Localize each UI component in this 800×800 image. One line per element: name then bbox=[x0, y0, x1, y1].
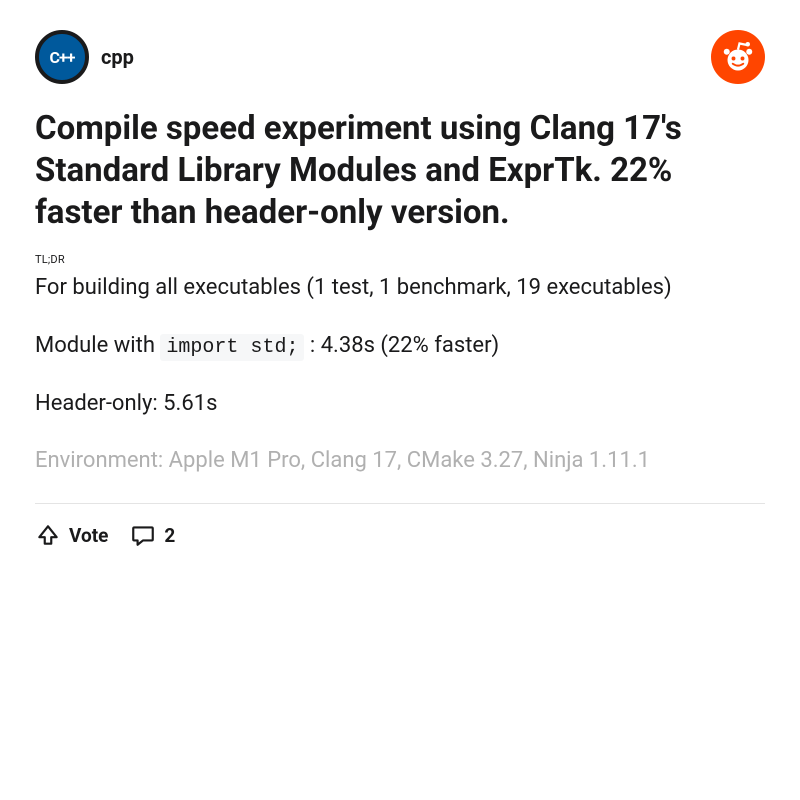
body-line-2: Module with import std; : 4.38s (22% fas… bbox=[35, 330, 765, 362]
comments-count: 2 bbox=[164, 524, 175, 547]
reddit-logo-icon[interactable] bbox=[711, 30, 765, 84]
subreddit-icon-text: C++ bbox=[50, 48, 75, 67]
post-actions: Vote 2 bbox=[35, 522, 765, 548]
subreddit-icon: C++ bbox=[35, 30, 89, 84]
post-title: Compile speed experiment using Clang 17'… bbox=[35, 108, 765, 235]
subreddit-name: cpp bbox=[101, 45, 134, 69]
body-line-3: Header-only: 5.61s bbox=[35, 388, 765, 420]
upvote-icon bbox=[35, 522, 61, 548]
body-line-4: Environment: Apple M1 Pro, Clang 17, CMa… bbox=[35, 445, 765, 477]
body-line-1: For building all executables (1 test, 1 … bbox=[35, 272, 765, 304]
divider bbox=[35, 503, 765, 504]
tldr-label: TL;DR bbox=[35, 253, 765, 266]
vote-label: Vote bbox=[69, 524, 108, 547]
body-line-2-suffix: : 4.38s (22% faster) bbox=[304, 333, 499, 358]
post-body: For building all executables (1 test, 1 … bbox=[35, 272, 765, 478]
inline-code: import std; bbox=[160, 334, 304, 361]
subreddit-link[interactable]: C++ cpp bbox=[35, 30, 134, 84]
body-line-2-prefix: Module with bbox=[35, 333, 160, 358]
comment-icon bbox=[130, 522, 156, 548]
vote-button[interactable]: Vote bbox=[35, 522, 108, 548]
comments-button[interactable]: 2 bbox=[130, 522, 175, 548]
post-header: C++ cpp bbox=[35, 30, 765, 84]
